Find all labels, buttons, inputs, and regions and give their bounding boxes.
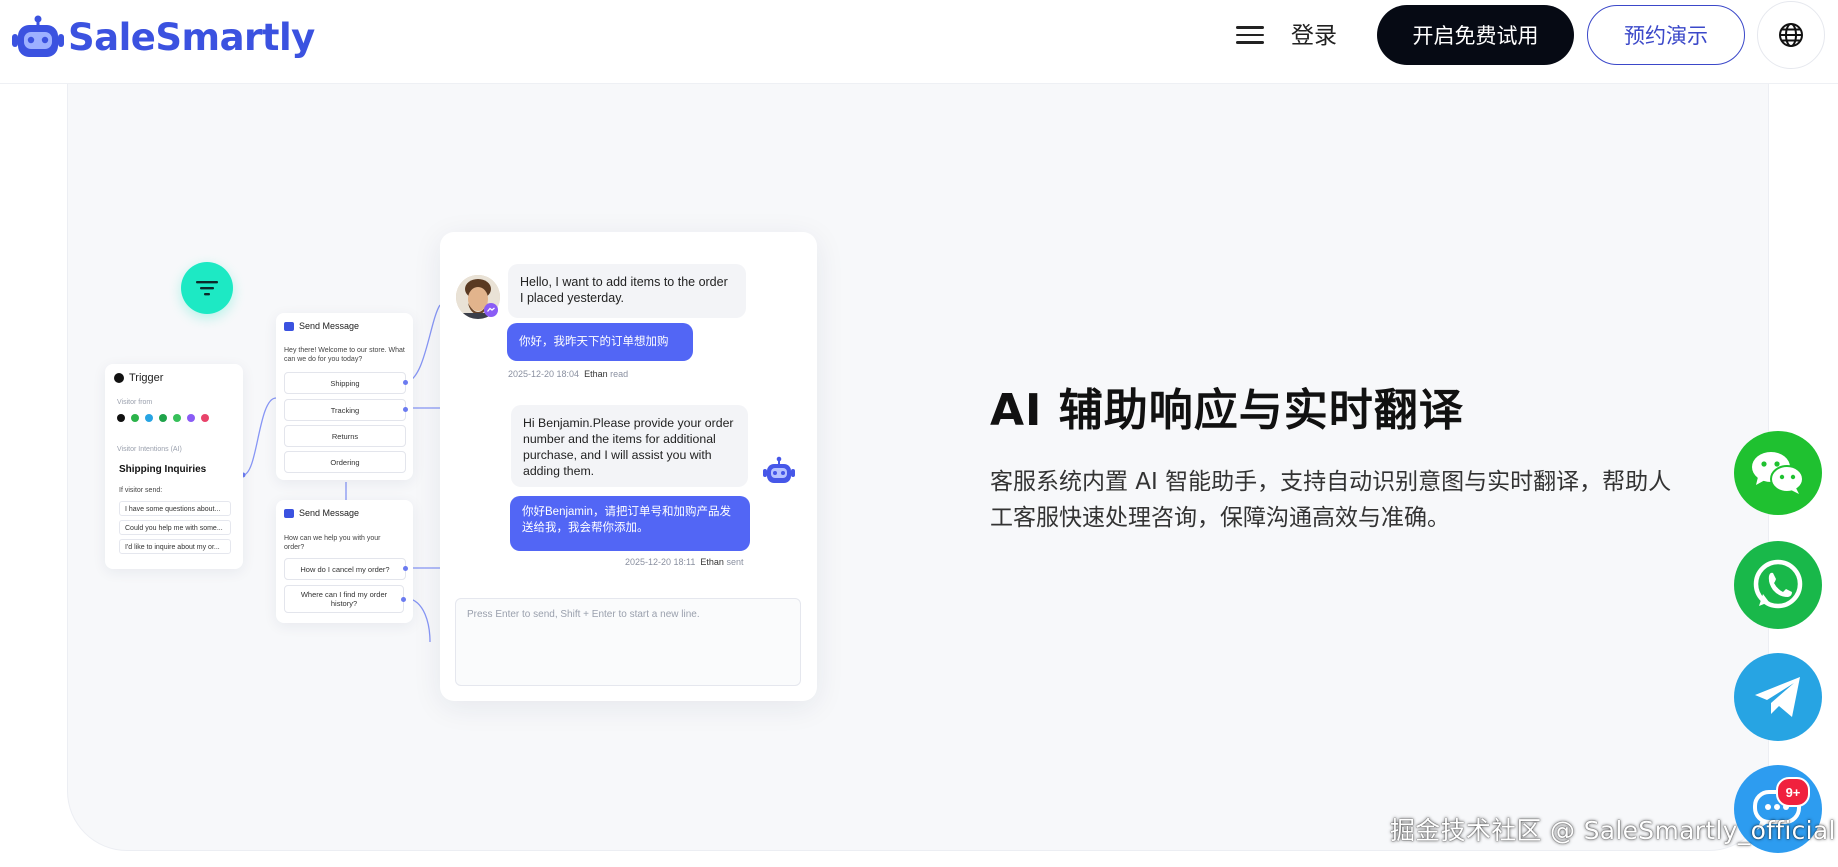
watermark-text: 掘金技术社区 @ SaleSmartly_official xyxy=(1390,816,1836,845)
send-message-panel: Send Message Hey there! Welcome to our s… xyxy=(276,313,413,480)
play-icon xyxy=(114,373,124,383)
translation-bubble: 你好Benjamin，请把订单号和加购产品发送给我，我会帮你添加。 xyxy=(510,496,750,551)
instagram-icon xyxy=(201,414,209,422)
if-visitor-send-label: If visitor send: xyxy=(119,487,163,494)
customer-message: Hello, I want to add items to the order … xyxy=(508,264,746,318)
filter-icon xyxy=(196,281,218,296)
send-message-panel: Send Message How can we help you with yo… xyxy=(276,500,413,623)
intent-item: I'd like to inquire about my or... xyxy=(119,539,231,554)
feature-title: AI 辅助响应与实时翻译 xyxy=(990,385,1464,436)
robot-logo-icon xyxy=(12,15,64,57)
flow-option: Returns xyxy=(284,425,406,447)
chat-message-input[interactable]: Press Enter to send, Shift + Enter to st… xyxy=(455,598,801,686)
feature-description: 客服系统内置 AI 智能助手，支持自动识别意图与实时翻译，帮助人工客服快速处理咨… xyxy=(990,469,1672,531)
line-icon xyxy=(159,414,167,422)
globe-icon xyxy=(1779,23,1803,47)
visitor-from-label: Visitor from xyxy=(117,399,153,406)
top-navbar: SaleSmartly 登录 开启免费试用 预约演示 xyxy=(0,0,1838,84)
wechat-icon xyxy=(173,414,181,422)
hamburger-menu-icon[interactable] xyxy=(1236,22,1264,48)
messenger-badge-icon xyxy=(484,303,498,317)
wechat-contact-button[interactable] xyxy=(1734,431,1822,515)
brand-name: SaleSmartly xyxy=(68,15,315,59)
trigger-panel: Trigger Visitor from Visitor Intentions … xyxy=(105,364,243,569)
message-icon xyxy=(284,508,294,518)
agent-reply-message: Hi Benjamin.Please provide your order nu… xyxy=(511,405,748,487)
login-link[interactable]: 登录 xyxy=(1291,20,1337,52)
trigger-label: Trigger xyxy=(129,372,164,384)
free-trial-button[interactable]: 开启免费试用 xyxy=(1377,5,1574,65)
translation-bubble: 你好，我昨天下的订单想加购 xyxy=(507,323,693,361)
send-message-text: Hey there! Welcome to our store. What ca… xyxy=(284,347,405,363)
channel-icons xyxy=(117,414,209,422)
flow-option: Ordering xyxy=(284,451,406,473)
visitor-intentions-label: Visitor Intentions (AI) xyxy=(117,446,182,453)
filter-icon-bubble xyxy=(181,262,233,314)
whatsapp-icon xyxy=(131,414,139,422)
intent-item: Could you help me with some... xyxy=(119,520,231,535)
language-globe-button[interactable] xyxy=(1757,1,1825,69)
intent-item: I have some questions about... xyxy=(119,501,231,516)
whatsapp-icon xyxy=(1753,559,1803,609)
brand-logo[interactable]: SaleSmartly xyxy=(10,12,315,62)
ai-bot-icon xyxy=(763,456,795,483)
telegram-icon xyxy=(1755,677,1800,717)
flow-option: Shipping xyxy=(284,372,408,394)
whatsapp-contact-button[interactable] xyxy=(1734,541,1822,629)
messenger-icon xyxy=(187,414,195,422)
book-demo-button[interactable]: 预约演示 xyxy=(1587,5,1745,65)
flow-option: Where can I find my order history? xyxy=(284,585,406,613)
flow-option: How do I cancel my order? xyxy=(284,558,408,580)
message-icon xyxy=(284,321,294,331)
flow-option: Tracking xyxy=(284,399,408,421)
intent-title: Shipping Inquiries xyxy=(119,464,207,475)
message-meta: 2025-12-20 18:04 Ethan read xyxy=(508,369,629,379)
telegram-icon xyxy=(145,414,153,422)
send-message-title: Send Message xyxy=(299,321,360,331)
send-message-text: How can we help you with your order? xyxy=(284,535,381,551)
tiktok-icon xyxy=(117,414,125,422)
unread-count-badge: 9+ xyxy=(1776,777,1810,807)
message-meta: 2025-12-20 18:11 Ethan sent xyxy=(625,557,744,567)
telegram-contact-button[interactable] xyxy=(1734,653,1822,741)
send-message-title: Send Message xyxy=(299,508,360,518)
wechat-icon xyxy=(1752,452,1804,494)
